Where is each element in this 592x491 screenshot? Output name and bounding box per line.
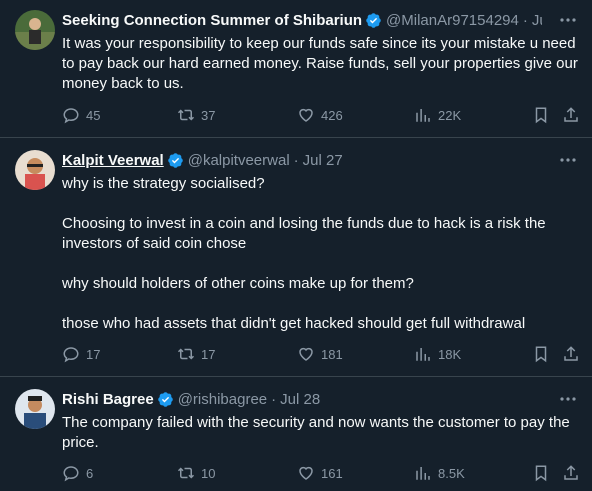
tweet-text-line — [62, 194, 582, 214]
tweet-text-line: why should holders of other coins make u… — [62, 275, 414, 292]
tweet-actions: 17 17 181 18K — [62, 345, 582, 365]
tweet-text-line — [62, 254, 582, 274]
tweet-text: It was your responsibility to keep our f… — [62, 34, 582, 94]
like-count: 161 — [321, 465, 343, 481]
tweet-text-line: money back to us. — [62, 75, 184, 92]
more-options-icon[interactable] — [558, 389, 578, 409]
views-button[interactable]: 22K — [414, 106, 461, 124]
tweet[interactable]: Rishi Bagree @rishibagree · Jul 28 The c… — [0, 377, 592, 491]
tweet-date[interactable]: Jul 27 — [532, 12, 542, 29]
bookmark-button[interactable] — [532, 106, 550, 124]
like-icon — [299, 108, 313, 122]
tweet-text-line: why is the strategy socialised? — [62, 175, 265, 192]
verified-badge-icon — [365, 12, 382, 29]
timeline-feed: Seeking Connection Summer of Shibariun @… — [0, 0, 592, 491]
author-name[interactable]: Kalpit Veerwal — [62, 152, 164, 169]
bookmark-icon — [535, 346, 547, 363]
tweet-text: The company failed with the security and… — [62, 413, 582, 453]
tweet-text-line: It was your responsibility to keep our f… — [62, 35, 576, 52]
views-icon — [416, 467, 430, 480]
retweet-button[interactable]: 37 — [177, 106, 215, 124]
tweet-header: Rishi Bagree @rishibagree · Jul 28 — [62, 389, 542, 409]
verified-badge-icon — [167, 152, 184, 169]
like-count: 181 — [321, 346, 343, 362]
avatar[interactable] — [15, 10, 55, 50]
reply-button[interactable]: 45 — [62, 106, 100, 124]
tweet-date[interactable]: Jul 28 — [280, 391, 320, 408]
bookmark-button[interactable] — [532, 345, 550, 363]
share-button[interactable] — [562, 345, 580, 363]
tweet-actions: 45 37 426 22K — [62, 106, 582, 126]
retweet-icon — [177, 109, 195, 121]
bookmark-button[interactable] — [532, 464, 550, 482]
like-button[interactable]: 161 — [297, 464, 343, 482]
like-count: 426 — [321, 107, 343, 123]
tweet-header: Kalpit Veerwal @kalpitveerwal · Jul 27 — [62, 150, 542, 170]
tweet-date[interactable]: Jul 27 — [303, 152, 343, 169]
share-button[interactable] — [562, 464, 580, 482]
reply-count: 6 — [86, 465, 94, 481]
author-handle[interactable]: @MilanAr97154294 — [386, 12, 519, 29]
views-button[interactable]: 8.5K — [414, 464, 465, 482]
reply-icon — [63, 466, 79, 482]
views-button[interactable]: 18K — [414, 345, 461, 363]
more-options-icon[interactable] — [558, 150, 578, 170]
share-button[interactable] — [562, 106, 580, 124]
tweet-text-line: The company failed with the security and… — [62, 414, 570, 431]
views-icon — [416, 348, 430, 361]
tweet-text-line: to pay back our hard earned money. Raise… — [62, 55, 578, 72]
reply-icon — [63, 347, 79, 363]
tweet-header: Seeking Connection Summer of Shibariun @… — [62, 10, 542, 30]
separator: · — [293, 151, 299, 169]
tweet-text: why is the strategy socialised? Choosing… — [62, 174, 582, 334]
retweet-icon — [177, 348, 195, 360]
separator: · — [271, 390, 277, 408]
reply-count: 45 — [86, 107, 101, 123]
views-count: 22K — [438, 107, 462, 123]
tweet-text-line: investors of said coin chose — [62, 235, 247, 252]
retweet-count: 37 — [201, 107, 216, 123]
like-button[interactable]: 181 — [297, 345, 343, 363]
tweet-text-line: those who had assets that didn't get hac… — [62, 315, 526, 332]
verified-badge-icon — [157, 391, 174, 408]
share-icon — [564, 346, 578, 361]
tweet-text-line: price. — [62, 434, 99, 451]
bookmark-icon — [535, 465, 547, 482]
tweet-actions: 6 10 161 8.5K — [62, 464, 582, 484]
author-handle[interactable]: @kalpitveerwal — [188, 152, 290, 169]
reply-icon — [63, 108, 79, 124]
like-icon — [299, 347, 313, 361]
like-button[interactable]: 426 — [297, 106, 343, 124]
tweet-text-line: Choosing to invest in a coin and losing … — [62, 215, 546, 232]
bookmark-icon — [535, 107, 547, 124]
tweet[interactable]: Kalpit Veerwal @kalpitveerwal · Jul 27 w… — [0, 138, 592, 377]
views-count: 8.5K — [438, 465, 465, 481]
separator: · — [522, 11, 528, 29]
retweet-button[interactable]: 10 — [177, 464, 215, 482]
retweet-icon — [177, 467, 195, 479]
avatar[interactable] — [15, 150, 55, 190]
views-count: 18K — [438, 346, 462, 362]
share-icon — [564, 107, 578, 122]
reply-button[interactable]: 6 — [62, 464, 93, 482]
retweet-button[interactable]: 17 — [177, 345, 215, 363]
tweet[interactable]: Seeking Connection Summer of Shibariun @… — [0, 0, 592, 138]
share-icon — [564, 465, 578, 480]
more-options-icon[interactable] — [558, 10, 578, 30]
retweet-count: 10 — [201, 465, 216, 481]
author-handle[interactable]: @rishibagree — [178, 391, 267, 408]
views-icon — [416, 109, 430, 122]
author-name[interactable]: Rishi Bagree — [62, 391, 154, 408]
avatar[interactable] — [15, 389, 55, 429]
reply-count: 17 — [86, 346, 101, 362]
reply-button[interactable]: 17 — [62, 345, 100, 363]
tweet-text-line — [62, 294, 582, 314]
like-icon — [299, 466, 313, 480]
retweet-count: 17 — [201, 346, 216, 362]
author-name[interactable]: Seeking Connection Summer of Shibariun — [62, 12, 362, 29]
